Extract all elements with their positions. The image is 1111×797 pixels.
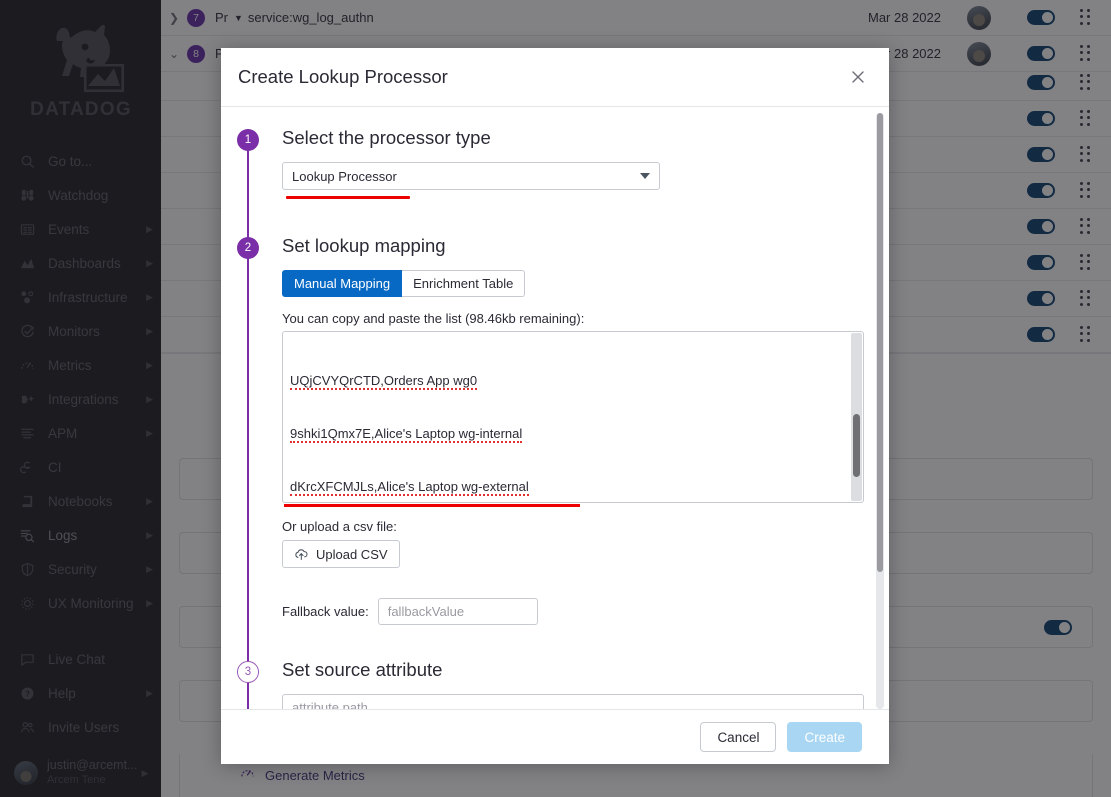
tab-manual-mapping[interactable]: Manual Mapping xyxy=(282,270,403,297)
modal-scrollbar[interactable] xyxy=(876,113,884,709)
upload-csv-button-label: Upload CSV xyxy=(316,546,388,562)
tab-enrichment-table[interactable]: Enrichment Table xyxy=(402,270,526,297)
mapping-mode-tabs: Manual Mapping Enrichment Table xyxy=(282,270,865,297)
annotation-underline-processor-type xyxy=(286,196,410,199)
mapping-list-label: You can copy and paste the list (98.46kb… xyxy=(282,311,585,326)
processor-type-select[interactable]: Lookup Processor xyxy=(282,162,660,190)
modal-scrollbar-thumb[interactable] xyxy=(877,113,883,572)
step-2: 2 Set lookup mapping Manual Mapping Enri… xyxy=(237,235,865,661)
mapping-textarea-scrollbar-thumb[interactable] xyxy=(853,413,860,478)
step-connector xyxy=(247,237,249,661)
step-3-title: Set source attribute xyxy=(282,659,443,680)
cancel-button[interactable]: Cancel xyxy=(700,722,777,752)
mapping-textarea-scrollbar[interactable] xyxy=(851,333,862,501)
cloud-upload-icon xyxy=(294,547,309,562)
modal-footer: Cancel Create xyxy=(221,709,889,764)
step-3: 3 Set source attribute xyxy=(237,659,865,709)
source-attribute-input[interactable] xyxy=(282,694,864,709)
create-lookup-processor-modal: Create Lookup Processor 1 Select the pro… xyxy=(221,48,889,764)
close-icon[interactable] xyxy=(845,64,871,90)
fallback-value-row: Fallback value: xyxy=(282,598,865,625)
wizard-steps: 1 Select the processor type Lookup Proce… xyxy=(237,127,865,709)
modal-body: 1 Select the processor type Lookup Proce… xyxy=(221,107,889,709)
modal-scroll-area: 1 Select the processor type Lookup Proce… xyxy=(221,107,889,709)
mapping-line: UQjCVYQrCTD,Orders App wg0 xyxy=(290,372,478,390)
step-1-title: Select the processor type xyxy=(282,127,491,148)
step-1: 1 Select the processor type Lookup Proce… xyxy=(237,127,865,237)
upload-csv-button[interactable]: Upload CSV xyxy=(282,540,400,568)
fallback-value-input[interactable] xyxy=(377,598,538,625)
mapping-line: 9shki1Qmx7E,Alice's Laptop wg-internal xyxy=(290,425,523,443)
processor-type-select-wrap: Lookup Processor xyxy=(282,162,660,190)
step-2-marker: 2 xyxy=(237,237,259,259)
datadog-app: ❯ 7 Pr ▼ service:wg_log_authn Mar 28 202… xyxy=(0,0,1111,797)
mapping-line: dKrcXFCMJLs,Alice's Laptop wg-external xyxy=(290,479,529,497)
mapping-textarea-wrap: UQjCVYQrCTD,Orders App wg0 9shki1Qmx7E,A… xyxy=(282,331,864,507)
step-3-marker: 3 xyxy=(237,661,259,683)
modal-header: Create Lookup Processor xyxy=(221,48,889,107)
fallback-value-label: Fallback value: xyxy=(282,604,369,619)
step-1-marker: 1 xyxy=(237,129,259,151)
annotation-underline-mapping xyxy=(284,504,580,507)
upload-csv-label: Or upload a csv file: xyxy=(282,519,397,534)
step-2-title: Set lookup mapping xyxy=(282,235,446,256)
page-title: Create Lookup Processor xyxy=(238,66,448,87)
create-button[interactable]: Create xyxy=(787,722,862,752)
mapping-textarea[interactable]: UQjCVYQrCTD,Orders App wg0 9shki1Qmx7E,A… xyxy=(282,331,864,503)
